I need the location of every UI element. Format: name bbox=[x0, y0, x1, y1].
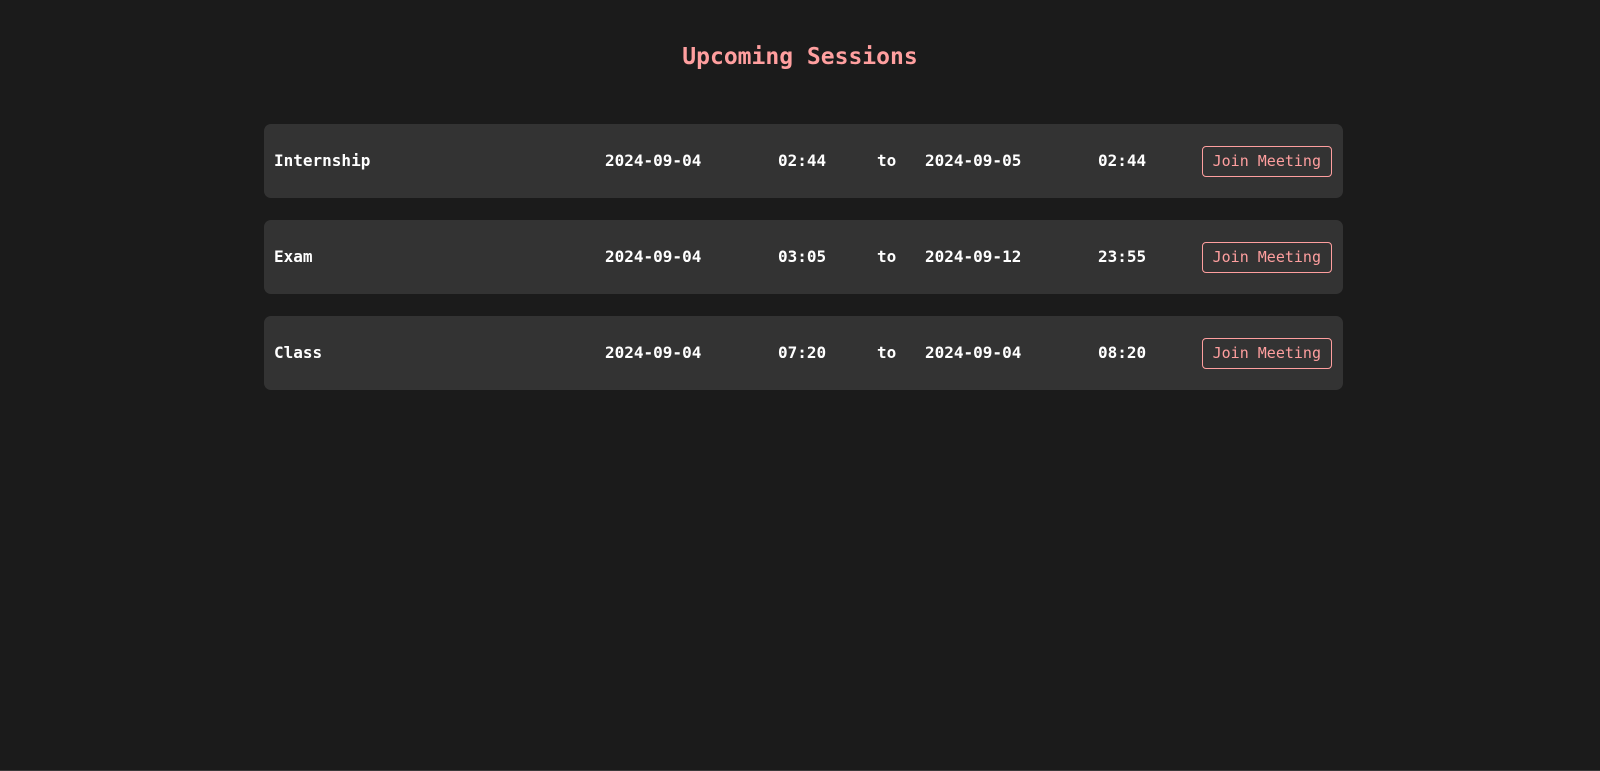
session-end-time: 08:20 bbox=[1098, 343, 1147, 362]
session-start-date: 2024-09-04 bbox=[605, 247, 702, 266]
session-separator: to bbox=[877, 343, 897, 362]
join-meeting-button[interactable]: Join Meeting bbox=[1201, 242, 1332, 273]
join-meeting-button[interactable]: Join Meeting bbox=[1201, 338, 1332, 369]
session-end-date: 2024-09-12 bbox=[925, 247, 1022, 266]
session-end-time: 23:55 bbox=[1098, 247, 1147, 266]
join-meeting-button[interactable]: Join Meeting bbox=[1201, 146, 1332, 177]
session-row: Exam 2024-09-04 03:05 to 2024-09-12 23:5… bbox=[264, 220, 1343, 294]
session-start-date: 2024-09-04 bbox=[605, 343, 702, 362]
session-name: Class bbox=[274, 343, 323, 362]
page-title: Upcoming Sessions bbox=[682, 44, 918, 70]
session-name: Internship bbox=[274, 151, 371, 170]
session-start-date: 2024-09-04 bbox=[605, 151, 702, 170]
session-row: Class 2024-09-04 07:20 to 2024-09-04 08:… bbox=[264, 316, 1343, 390]
session-row: Internship 2024-09-04 02:44 to 2024-09-0… bbox=[264, 124, 1343, 198]
session-start-time: 02:44 bbox=[778, 151, 827, 170]
session-end-date: 2024-09-05 bbox=[925, 151, 1022, 170]
session-separator: to bbox=[877, 247, 897, 266]
session-list: Internship 2024-09-04 02:44 to 2024-09-0… bbox=[264, 124, 1343, 412]
session-end-time: 02:44 bbox=[1098, 151, 1147, 170]
session-name: Exam bbox=[274, 247, 313, 266]
session-separator: to bbox=[877, 151, 897, 170]
sessions-page: Upcoming Sessions Internship 2024-09-04 … bbox=[0, 0, 1600, 771]
session-start-time: 03:05 bbox=[778, 247, 827, 266]
session-start-time: 07:20 bbox=[778, 343, 827, 362]
session-end-date: 2024-09-04 bbox=[925, 343, 1022, 362]
